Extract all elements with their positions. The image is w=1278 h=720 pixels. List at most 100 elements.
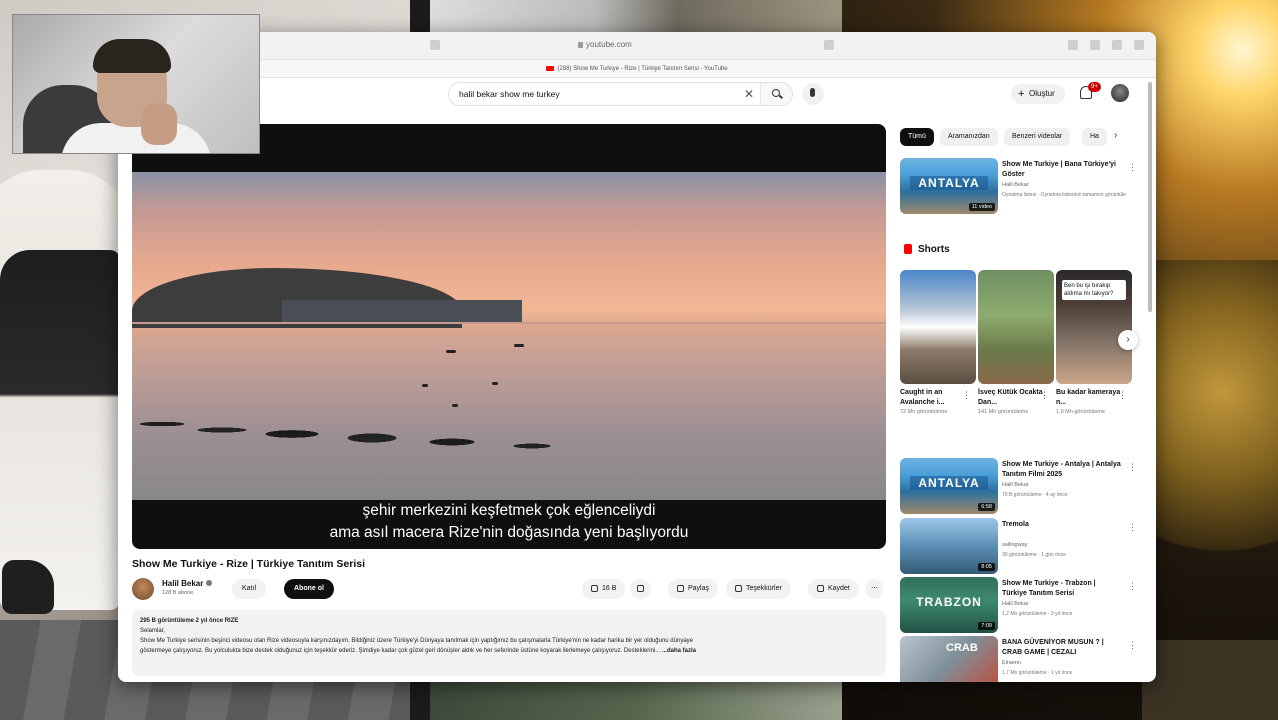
list-item[interactable]: ANTALYA 6:58 Show Me Turkiye - Antalya |… <box>900 458 1137 516</box>
short-thumbnail[interactable] <box>978 270 1054 384</box>
description-box[interactable]: 295 B görüntüleme 2 yıl önce RIZE Selaml… <box>132 610 886 676</box>
short-thumbnail[interactable]: Ben bu işi bırakıp aldıma mı takıyor? <box>1056 270 1132 384</box>
video-title: Show Me Turkiye - Rize | Türkiye Tanıtım… <box>132 558 366 570</box>
short-item[interactable]: İsveç Kütük Ocakta Dan... 141 Mn görüntü… <box>978 270 1054 416</box>
tree <box>1152 260 1278 590</box>
more-vert-icon[interactable]: ⋮ <box>1040 390 1049 401</box>
thanks-label: Teşekkürler <box>746 585 782 592</box>
list-item[interactable]: TRABZON 7:09 Show Me Turkiye - Trabzon |… <box>900 577 1137 635</box>
subtitle-line: şehir merkezini keşfetmek çok eğlenceliy… <box>362 502 656 519</box>
share-button[interactable]: Paylaş <box>668 579 719 599</box>
video-player[interactable]: şehir merkezini keşfetmek çok eğlenceliy… <box>132 124 886 549</box>
save-button[interactable]: Kaydet <box>808 579 859 599</box>
shorts-heading: Shorts <box>904 244 950 255</box>
video-thumbnail[interactable]: TRABZON 7:09 <box>900 577 998 633</box>
create-button[interactable]: + Oluştur <box>1011 84 1065 104</box>
join-button[interactable]: Katıl <box>232 579 267 599</box>
channel-row: Halil Bekar 128 B abone Katıl Abone ol 1… <box>132 578 886 604</box>
like-button[interactable]: 16 B <box>582 579 626 599</box>
chevron-right-icon[interactable]: › <box>1114 130 1117 141</box>
short-title[interactable]: İsveç Kütük Ocakta Dan... <box>978 388 1048 408</box>
channel-name[interactable]: sailingway <box>1002 542 1027 548</box>
video-title[interactable]: BANA GÜVENİYOR MUSUN ? | CRAB GAME | CEZ… <box>1002 638 1122 658</box>
video-thumbnail[interactable]: ANTALYA 6:58 <box>900 458 998 514</box>
thanks-button[interactable]: Teşekkürler <box>726 579 791 599</box>
short-thumbnail[interactable] <box>900 270 976 384</box>
video-thumbnail[interactable]: CRAB <box>900 636 998 682</box>
verified-icon <box>206 580 213 586</box>
channel-name[interactable]: Halil Bekar <box>1002 482 1029 488</box>
more-vert-icon[interactable]: ⋮ <box>1128 522 1137 533</box>
tab-bar[interactable]: (288) Show Me Turkiye - Rize | Türkiye T… <box>118 60 1156 78</box>
share-icon[interactable] <box>1090 40 1100 50</box>
short-title[interactable]: Caught in an Avalanche i... <box>900 388 970 408</box>
video-title[interactable]: Show Me Turkiye | Bana Türkiye'yi Göster <box>1002 160 1122 180</box>
channel-name[interactable]: Halil Bekar <box>1002 182 1029 188</box>
more-vert-icon[interactable]: ⋮ <box>1128 640 1137 651</box>
voice-search-button[interactable] <box>802 83 824 105</box>
youtube-header: halil bekar show me turkey ✕ + Oluştur 9+ <box>118 78 1156 110</box>
scrollbar[interactable] <box>1148 82 1152 312</box>
download-icon[interactable] <box>1068 40 1078 50</box>
channel-avatar[interactable] <box>132 578 154 600</box>
video-title[interactable]: Tremola <box>1002 520 1122 530</box>
chip-more[interactable]: Ha <box>1082 128 1107 146</box>
close-icon[interactable]: ✕ <box>744 87 754 101</box>
url-text: youtube.com <box>586 40 632 49</box>
playlist-count-badge: 11 video <box>968 203 995 211</box>
description-greeting: Selamlar, <box>140 628 166 634</box>
channel-name-text: Halil Bekar <box>162 579 204 588</box>
more-vert-icon[interactable]: ⋮ <box>1128 162 1137 173</box>
subtitle-line: ama asıl macera Rize'nin doğasında yeni … <box>329 524 689 541</box>
show-more-link[interactable]: ...daha fazla <box>662 648 696 654</box>
more-vert-icon[interactable]: ⋮ <box>1118 390 1127 401</box>
video-thumbnail[interactable]: 8:05 <box>900 518 998 574</box>
short-item[interactable]: Caught in an Avalanche i... 72 Mn görünt… <box>900 270 976 416</box>
more-vert-icon[interactable]: ⋮ <box>962 390 971 401</box>
video-meta: 1,2 Mn görüntüleme · 3 yıl önce <box>1002 611 1073 617</box>
shorts-next-button[interactable]: › <box>1118 330 1138 350</box>
youtube-favicon-icon <box>546 65 555 71</box>
shorts-icon <box>904 244 912 255</box>
chip-related[interactable]: Benzeri videolar <box>1004 128 1071 146</box>
video-boat <box>514 344 524 347</box>
chip-all[interactable]: Tümü <box>900 128 934 146</box>
more-vert-icon[interactable]: ⋮ <box>1128 581 1137 592</box>
sidebar-toggle-icon[interactable] <box>430 40 440 50</box>
video-surfer <box>492 382 498 385</box>
short-title[interactable]: Bu kadar kameraya n... <box>1056 388 1126 408</box>
chip-from-search[interactable]: Aramanızdan <box>940 128 998 146</box>
video-rocks <box>132 394 572 464</box>
list-item[interactable]: CRAB BANA GÜVENİYOR MUSUN ? | CRAB GAME … <box>900 636 1137 682</box>
channel-name[interactable]: Elraenn <box>1002 660 1021 666</box>
shorts-heading-text: Shorts <box>918 244 950 255</box>
video-surfer <box>422 384 428 387</box>
tab-overview-icon[interactable] <box>1134 40 1144 50</box>
video-title[interactable]: Show Me Turkiye - Antalya | Antalya Tanı… <box>1002 460 1122 480</box>
search-input[interactable]: halil bekar show me turkey ✕ <box>448 82 793 106</box>
tab-title: (288) Show Me Turkiye - Rize | Türkiye T… <box>557 66 728 72</box>
person <box>0 250 120 610</box>
audio-icon[interactable] <box>824 40 834 50</box>
account-avatar[interactable] <box>1111 84 1129 102</box>
webcam-hand <box>141 103 177 145</box>
list-item[interactable]: ANTALYA 11 video Show Me Turkiye | Bana … <box>900 158 1137 216</box>
channel-name[interactable]: Halil Bekar <box>1002 601 1029 607</box>
subscribe-button[interactable]: Abone ol <box>284 579 334 599</box>
share-label: Paylaş <box>688 585 710 592</box>
new-tab-icon[interactable] <box>1112 40 1122 50</box>
webcam-hair <box>93 39 171 73</box>
more-actions-button[interactable]: ⋯ <box>866 579 883 599</box>
webcam-body <box>61 123 211 153</box>
address-bar[interactable]: youtube.com <box>578 40 632 49</box>
duration-badge: 8:05 <box>978 563 995 571</box>
dislike-button[interactable] <box>630 579 651 599</box>
list-item[interactable]: 8:05 Tremola sailingway 30 görüntüleme ·… <box>900 518 1137 576</box>
channel-name[interactable]: Halil Bekar <box>162 579 213 588</box>
thumbs-up-icon <box>591 584 598 592</box>
video-title[interactable]: Show Me Turkiye - Trabzon | Türkiye Tanı… <box>1002 579 1122 599</box>
description-meta: 295 B görüntüleme 2 yıl önce RIZE <box>140 618 239 624</box>
more-vert-icon[interactable]: ⋮ <box>1128 462 1137 473</box>
video-thumbnail[interactable]: ANTALYA 11 video <box>900 158 998 214</box>
search-button[interactable] <box>760 83 792 105</box>
